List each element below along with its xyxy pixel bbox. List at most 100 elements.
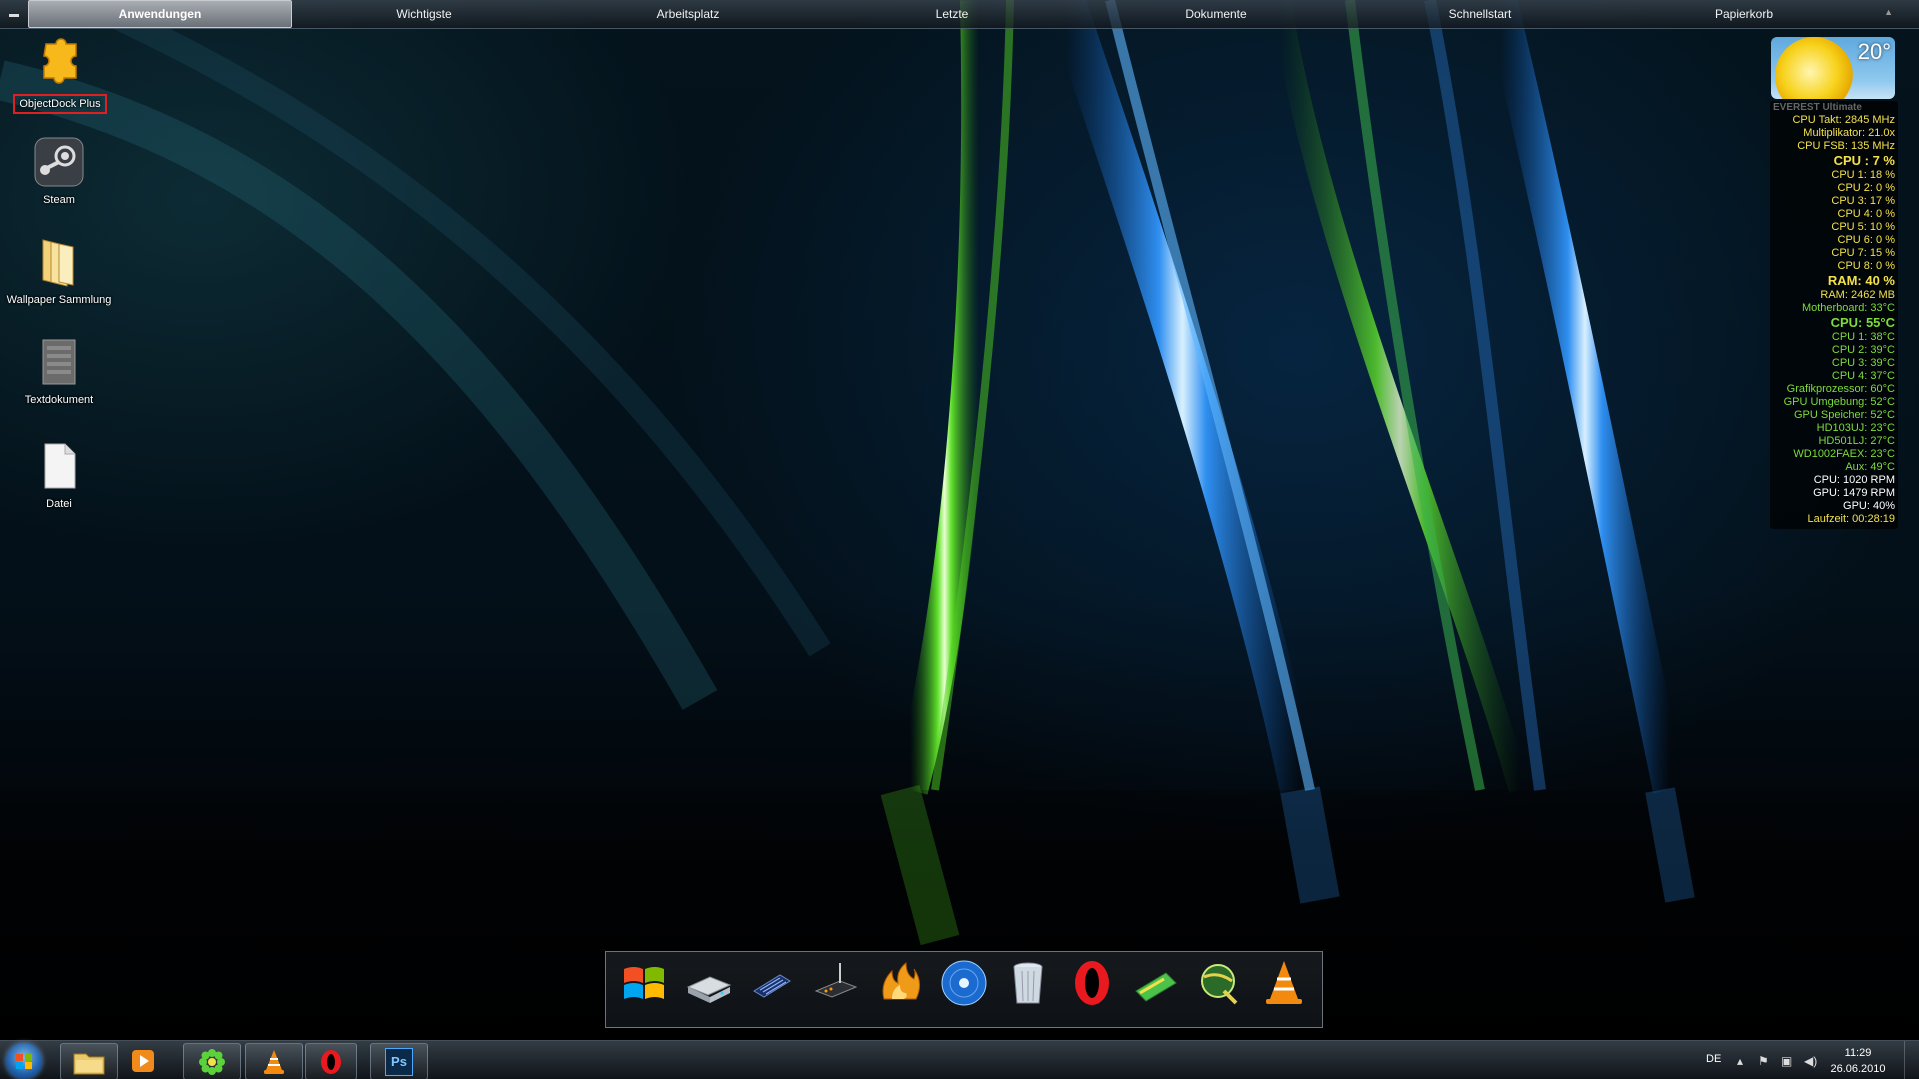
taskbar-explorer-button[interactable]	[60, 1043, 118, 1079]
dvd-icon	[941, 960, 987, 1005]
dock-item-globe[interactable]	[1191, 957, 1249, 1023]
clock-date: 26.06.2010	[1830, 1063, 1886, 1075]
desktop-icon-archive[interactable]: Textdokument	[4, 334, 114, 406]
everest-row: Grafikprozessor: 60°C	[1786, 383, 1895, 395]
taskbar-photoshop-button[interactable]: Ps	[370, 1043, 428, 1079]
taskbar-icq-button[interactable]	[183, 1043, 241, 1079]
everest-row: Multiplikator: 21.0x	[1803, 127, 1895, 139]
everest-row: GPU: 40%	[1843, 500, 1895, 512]
desktop-wallpaper	[0, 0, 1919, 1079]
clock[interactable]: 11:29 26.06.2010	[1823, 1045, 1893, 1077]
vlc-icon	[264, 1049, 284, 1074]
windows-logo-icon	[16, 1054, 32, 1069]
tab-dokumente[interactable]: Dokumente	[1084, 1, 1348, 27]
dock-item-fire[interactable]	[871, 957, 929, 1023]
puzzle-icon	[32, 34, 88, 90]
tab-letzte[interactable]: Letzte	[820, 1, 1084, 27]
vlc-icon	[1266, 960, 1302, 1004]
folder-icon	[31, 234, 87, 290]
everest-row: RAM: 2462 MB	[1820, 289, 1895, 301]
taskbar-vlc-button[interactable]	[245, 1043, 303, 1079]
everest-row: CPU 5: 10 %	[1831, 221, 1895, 233]
everest-row: CPU 8: 0 %	[1837, 260, 1895, 272]
everest-row: GPU Umgebung: 52°C	[1783, 396, 1895, 408]
everest-row: CPU 7: 15 %	[1831, 247, 1895, 259]
desktop-icon-objectdock[interactable]: ObjectDock Plus	[5, 34, 115, 119]
text-file-icon	[31, 438, 87, 494]
desktop-icon-label: ObjectDock Plus	[13, 94, 107, 114]
everest-row: CPU 3: 39°C	[1831, 357, 1895, 369]
dock-item-recycle-bin[interactable]	[999, 957, 1057, 1023]
taskbar: Ps DE ▴ ⚑ ▣ ◀) 11:29 26.06.2010	[0, 1040, 1919, 1079]
dock-item-dvd[interactable]	[935, 957, 993, 1023]
sun-icon	[1775, 37, 1853, 99]
everest-row: Laufzeit: 00:28:19	[1807, 513, 1895, 525]
everest-row: HD103UJ: 23°C	[1816, 422, 1895, 434]
tab-schnellstart[interactable]: Schnellstart	[1348, 1, 1612, 27]
everest-rows: CPU Takt: 2845 MHz Multiplikator: 21.0x CP…	[1770, 114, 1895, 526]
desktop-icon-label: Textdokument	[24, 394, 94, 406]
dock-item-card[interactable]	[1127, 957, 1185, 1023]
flag-icon[interactable]: ⚑	[1758, 1054, 1769, 1068]
zip-icon	[31, 334, 87, 390]
network-icon[interactable]: ▣	[1781, 1054, 1792, 1068]
taskbar-opera-button[interactable]	[305, 1043, 357, 1079]
green-card-icon	[1135, 971, 1177, 1002]
desktop-icon-text-file[interactable]: Datei	[4, 438, 114, 510]
opera-icon	[1075, 960, 1109, 1005]
opera-icon	[321, 1049, 341, 1074]
language-indicator[interactable]: DE	[1706, 1053, 1721, 1065]
everest-row: RAM: 40 %	[1827, 273, 1895, 288]
everest-row: Motherboard: 33°C	[1801, 302, 1895, 314]
tab-anwendungen[interactable]: Anwendungen	[28, 0, 292, 28]
everest-row: CPU : 7 %	[1833, 153, 1895, 168]
everest-row: CPU 4: 0 %	[1837, 208, 1895, 220]
dock-item-opera[interactable]	[1063, 957, 1121, 1023]
collapse-icon[interactable]: ▲	[1884, 7, 1893, 17]
dock-item-vlc[interactable]	[1255, 957, 1313, 1023]
show-hidden-icons-icon[interactable]: ▴	[1737, 1054, 1743, 1068]
tab-arbeitsplatz[interactable]: Arbeitsplatz	[556, 1, 820, 27]
router-icon	[814, 962, 858, 998]
desktop-icon-folder[interactable]: Wallpaper Sammlung	[4, 234, 114, 306]
icq-icon	[199, 1048, 225, 1075]
tab-papierkorb[interactable]: Papierkorb	[1612, 1, 1876, 27]
object-dock	[605, 951, 1323, 1028]
windows-flag-icon	[624, 966, 664, 999]
everest-row: CPU 4: 37°C	[1831, 370, 1895, 382]
everest-row: GPU: 1479 RPM	[1813, 487, 1895, 499]
drive-icon	[686, 975, 732, 1003]
everest-row: CPU: 55°C	[1830, 315, 1895, 330]
weather-temperature: 20°	[1857, 39, 1891, 64]
taskbar-media-player-button[interactable]	[120, 1043, 166, 1078]
weather-gadget[interactable]: 20°	[1771, 37, 1895, 99]
recycle-bin-icon	[1013, 962, 1043, 1003]
tab-wichtigste[interactable]: Wichtigste	[292, 1, 556, 27]
clock-time: 11:29	[1844, 1047, 1872, 1059]
menu-icon[interactable]: ▬	[0, 0, 28, 28]
dock-item-device[interactable]	[743, 957, 801, 1023]
show-desktop-button[interactable]	[1904, 1041, 1919, 1079]
everest-row: CPU Takt: 2845 MHz	[1792, 114, 1895, 126]
everest-title: EVEREST Ultimate	[1773, 102, 1862, 113]
start-button[interactable]	[6, 1043, 42, 1079]
top-menu-bar: ▬ Anwendungen Wichtigste Arbeitsplatz Le…	[0, 0, 1919, 29]
everest-row: CPU FSB: 135 MHz	[1797, 140, 1895, 152]
dock-item-router[interactable]	[807, 957, 865, 1023]
volume-icon[interactable]: ◀)	[1804, 1054, 1817, 1068]
desktop-icon-label: Datei	[46, 498, 72, 510]
everest-row: CPU 1: 38°C	[1831, 331, 1895, 343]
blue-device-icon	[753, 973, 791, 998]
steam-icon	[31, 134, 87, 190]
everest-row: CPU 2: 0 %	[1837, 182, 1895, 194]
everest-row: GPU Speicher: 52°C	[1794, 409, 1895, 421]
desktop-icon-steam[interactable]: Steam	[4, 134, 114, 206]
desktop-icon-label: Wallpaper Sammlung	[6, 294, 112, 306]
everest-row: HD501LJ: 27°C	[1818, 435, 1895, 447]
dock-item-windows[interactable]	[615, 957, 673, 1023]
photoshop-icon: Ps	[385, 1047, 413, 1076]
dock-item-drive[interactable]	[679, 957, 737, 1023]
everest-row: CPU 2: 39°C	[1831, 344, 1895, 356]
media-player-icon	[132, 1049, 154, 1072]
explorer-icon	[73, 1053, 105, 1074]
